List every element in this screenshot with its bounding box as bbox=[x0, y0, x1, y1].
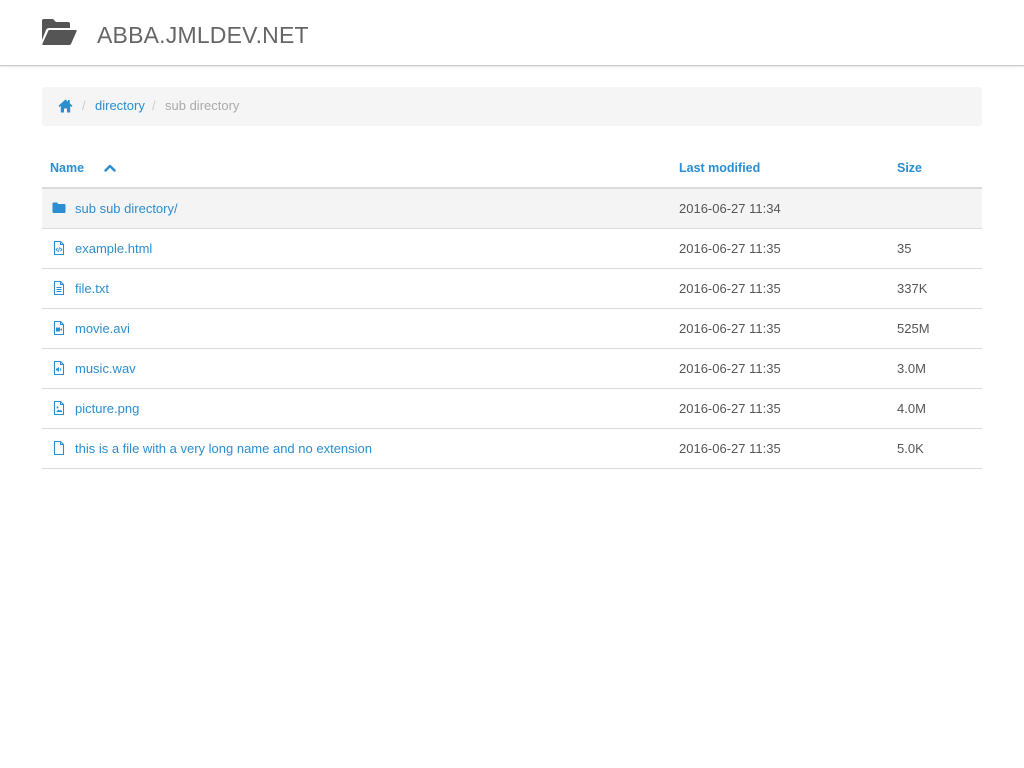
breadcrumb-item-current: sub directory bbox=[165, 98, 240, 113]
file-size: 337K bbox=[897, 281, 928, 296]
home-icon[interactable] bbox=[58, 99, 73, 113]
file-video-icon bbox=[53, 321, 65, 335]
file-modified: 2016-06-27 11:35 bbox=[679, 321, 781, 336]
file-link[interactable]: sub sub directory/ bbox=[75, 202, 178, 216]
file-audio-icon bbox=[53, 361, 65, 375]
table-row[interactable]: sub sub directory/ 2016-06-27 11:34 bbox=[42, 189, 982, 229]
chevron-up-icon bbox=[104, 164, 116, 172]
breadcrumb-item-directory[interactable]: directory bbox=[95, 99, 145, 113]
file-link[interactable]: file.txt bbox=[75, 282, 109, 296]
file-modified: 2016-06-27 11:35 bbox=[679, 361, 781, 376]
folder-icon bbox=[52, 202, 66, 213]
table-row[interactable]: movie.avi 2016-06-27 11:35 525M bbox=[42, 309, 982, 349]
table-row[interactable]: example.html 2016-06-27 11:35 35 bbox=[42, 229, 982, 269]
breadcrumb-separator: / bbox=[152, 98, 156, 113]
file-size: 525M bbox=[897, 321, 930, 336]
table-row[interactable]: this is a file with a very long name and… bbox=[42, 429, 982, 469]
sort-by-size-header[interactable]: Size bbox=[897, 161, 922, 175]
table-header: Name Last modified Size bbox=[42, 149, 982, 189]
table-row[interactable]: file.txt 2016-06-27 11:35 337K bbox=[42, 269, 982, 309]
file-size: 3.0M bbox=[897, 361, 926, 376]
file-link[interactable]: movie.avi bbox=[75, 322, 130, 336]
file-icon bbox=[53, 441, 65, 455]
file-link[interactable]: example.html bbox=[75, 242, 152, 256]
file-size: 35 bbox=[897, 241, 912, 256]
sort-by-modified-header[interactable]: Last modified bbox=[679, 161, 760, 175]
name-header-label: Name bbox=[50, 161, 85, 175]
file-link[interactable]: picture.png bbox=[75, 402, 139, 416]
file-modified: 2016-06-27 11:35 bbox=[679, 401, 781, 416]
file-modified: 2016-06-27 11:35 bbox=[679, 441, 781, 456]
sort-by-name-header[interactable]: Name bbox=[50, 161, 116, 175]
breadcrumb: / directory / sub directory bbox=[42, 87, 982, 126]
folder-open-icon bbox=[42, 19, 77, 45]
site-header: ABBA.JMLDEV.NET bbox=[0, 0, 1024, 66]
file-image-icon bbox=[53, 401, 65, 415]
file-size: 5.0K bbox=[897, 441, 924, 456]
breadcrumb-separator: / bbox=[82, 98, 86, 113]
file-modified: 2016-06-27 11:35 bbox=[679, 281, 781, 296]
file-modified: 2016-06-27 11:34 bbox=[679, 201, 781, 216]
file-link[interactable]: music.wav bbox=[75, 362, 136, 376]
file-text-icon bbox=[53, 281, 65, 295]
file-modified: 2016-06-27 11:35 bbox=[679, 241, 781, 256]
file-link[interactable]: this is a file with a very long name and… bbox=[75, 442, 372, 456]
table-row[interactable]: music.wav 2016-06-27 11:35 3.0M bbox=[42, 349, 982, 389]
file-code-icon bbox=[53, 241, 65, 255]
table-row[interactable]: picture.png 2016-06-27 11:35 4.0M bbox=[42, 389, 982, 429]
site-title: ABBA.JMLDEV.NET bbox=[97, 22, 309, 48]
file-listing-table: Name Last modified Size sub sub director… bbox=[42, 149, 982, 469]
file-size: 4.0M bbox=[897, 401, 926, 416]
